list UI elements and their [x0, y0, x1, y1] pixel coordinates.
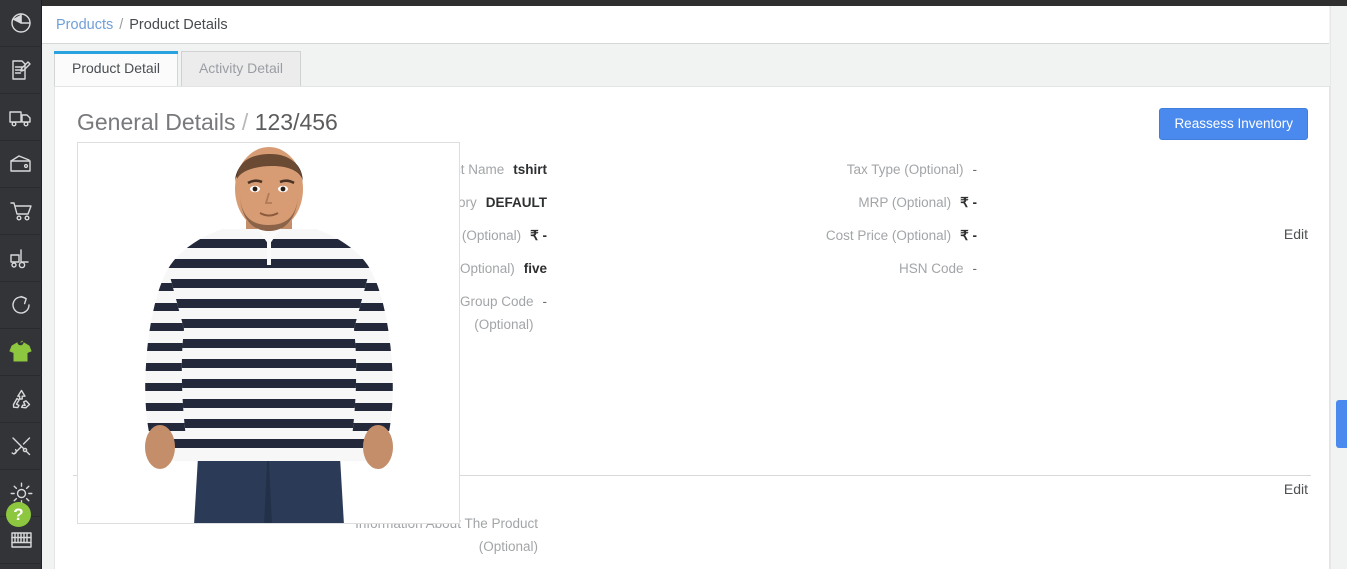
field-tax-type: Tax Type (Optional) -	[767, 158, 977, 181]
product-detail-card: General Details / 123/456 Reassess Inven…	[54, 86, 1330, 569]
tab-activity-detail[interactable]: Activity Detail	[180, 50, 301, 86]
field-hsn-code: HSN Code -	[767, 257, 977, 280]
field-mrp: MRP (Optional) ₹ -	[767, 191, 977, 214]
help-button[interactable]: ?	[6, 502, 31, 527]
refresh-arrow-icon	[9, 293, 33, 317]
product-photo	[78, 143, 459, 523]
field-cost-price-amount: -	[972, 228, 978, 243]
field-price-amount: -	[542, 228, 548, 243]
app-root: ? Products / Product Details Product Det…	[0, 0, 1347, 569]
field-type-value: five	[523, 261, 547, 276]
breadcrumb-separator: /	[119, 16, 124, 33]
edit-additional-details-link[interactable]: Edit	[1284, 481, 1308, 497]
field-cost-price: Cost Price (Optional) ₹ -	[767, 224, 977, 247]
page-title-separator: /	[241, 109, 249, 135]
product-image-card[interactable]	[77, 142, 460, 524]
sidebar-item-dashboard[interactable]	[0, 0, 42, 47]
tab-activity-detail-label: Activity Detail	[198, 59, 283, 76]
feedback-tab-handle[interactable]	[1336, 400, 1347, 448]
shopping-cart-icon	[9, 199, 34, 223]
breadcrumb-root-link[interactable]: Products	[56, 17, 113, 33]
sidebar-item-settings[interactable]: ?	[0, 470, 42, 527]
breadcrumb: Products / Product Details	[42, 6, 1329, 44]
product-id: 123/456	[254, 109, 338, 135]
pie-chart-icon	[9, 11, 33, 35]
field-mrp-amount: -	[972, 195, 978, 210]
page-right-gutter	[1330, 6, 1347, 569]
sidebar-item-products[interactable]	[0, 329, 42, 376]
tools-icon	[9, 434, 34, 458]
edit-general-details-link[interactable]: Edit	[1284, 226, 1308, 242]
field-mrp-label: MRP (Optional)	[858, 195, 952, 210]
field-hsn-code-value: -	[972, 261, 978, 276]
field-product-name-value: tshirt	[513, 162, 547, 177]
field-price-value: ₹ -	[530, 224, 547, 247]
sidebar-item-tools[interactable]	[0, 423, 42, 470]
field-tax-type-value: -	[972, 162, 978, 177]
sidebar-item-returns[interactable]	[0, 282, 42, 329]
page-title-text: General Details	[77, 109, 236, 135]
field-cost-price-label: Cost Price (Optional)	[825, 228, 952, 243]
truck-icon	[8, 105, 34, 129]
forklift-icon	[8, 246, 34, 270]
field-mrp-value: ₹ -	[960, 191, 977, 214]
left-sidebar: ?	[0, 0, 42, 569]
sidebar-item-warehouse[interactable]	[0, 235, 42, 282]
breadcrumb-current: Product Details	[129, 16, 228, 33]
sidebar-item-recycle[interactable]	[0, 376, 42, 423]
sidebar-item-payments[interactable]	[0, 141, 42, 188]
field-tax-type-label: Tax Type (Optional)	[846, 162, 964, 177]
recycle-icon	[9, 387, 34, 411]
currency-symbol: ₹	[960, 195, 969, 210]
wallet-icon	[8, 152, 34, 176]
field-product-category-value: DEFAULT	[485, 195, 547, 210]
sidebar-item-shipments[interactable]	[0, 94, 42, 141]
currency-symbol: ₹	[960, 228, 969, 243]
field-batch-group-code-value: -	[542, 294, 548, 309]
tab-strip: Product Detail Activity Detail	[42, 44, 1329, 86]
sidebar-item-reports[interactable]	[0, 47, 42, 94]
document-pencil-icon	[9, 58, 33, 82]
currency-symbol: ₹	[530, 228, 539, 243]
tshirt-icon	[8, 340, 34, 364]
abacus-icon	[9, 529, 34, 551]
page-title: General Details / 123/456	[77, 109, 338, 136]
tab-product-detail-label: Product Detail	[72, 59, 160, 76]
field-hsn-code-label: HSN Code	[898, 261, 964, 276]
sidebar-item-orders[interactable]	[0, 188, 42, 235]
tab-product-detail[interactable]: Product Detail	[54, 50, 178, 86]
field-cost-price-value: ₹ -	[960, 224, 977, 247]
reassess-inventory-button[interactable]: Reassess Inventory	[1159, 108, 1308, 140]
